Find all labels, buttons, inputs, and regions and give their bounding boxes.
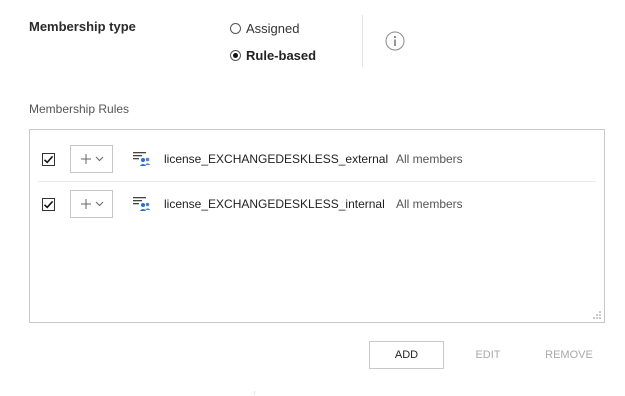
radio-rule-based[interactable]: Rule-based — [230, 48, 316, 63]
group-icon — [133, 197, 151, 211]
operator-dropdown[interactable] — [70, 145, 113, 173]
radio-assigned-circle[interactable] — [230, 23, 241, 34]
radio-rule-based-label: Rule-based — [246, 48, 317, 63]
radio-assigned-label: Assigned — [246, 21, 300, 36]
checkmark-icon — [43, 200, 54, 209]
membership-rules-label: Membership Rules — [29, 102, 130, 116]
checkmark-icon — [43, 155, 54, 164]
rule-name: license_EXCHANGEDESKLESS_external — [164, 152, 389, 166]
edit-button[interactable]: EDIT — [466, 341, 510, 369]
radio-rule-based-circle[interactable] — [230, 50, 241, 61]
radio-assigned[interactable]: Assigned — [230, 21, 299, 36]
vertical-divider — [362, 15, 363, 67]
chevron-down-icon — [95, 201, 103, 207]
add-button[interactable]: ADD — [369, 341, 444, 369]
rule-scope: All members — [396, 197, 463, 211]
resize-grip-icon[interactable] — [592, 310, 602, 320]
chevron-down-icon — [95, 156, 103, 162]
remove-button[interactable]: REMOVE — [541, 341, 597, 369]
divider — [254, 391, 255, 395]
rule-checkbox[interactable] — [42, 152, 55, 166]
rule-row[interactable]: license_EXCHANGEDESKLESS_external All me… — [38, 137, 596, 182]
rule-checkbox[interactable] — [42, 197, 55, 211]
membership-type-label: Membership type — [29, 19, 136, 34]
membership-rules-list: license_EXCHANGEDESKLESS_external All me… — [29, 129, 605, 323]
rule-row[interactable]: license_EXCHANGEDESKLESS_internal All me… — [38, 182, 596, 226]
group-icon — [133, 152, 151, 166]
rule-name: license_EXCHANGEDESKLESS_internal — [164, 197, 385, 211]
rule-scope: All members — [396, 152, 463, 166]
operator-dropdown[interactable] — [70, 190, 113, 218]
plus-icon — [80, 154, 91, 164]
plus-icon — [80, 199, 91, 209]
info-icon[interactable] — [385, 31, 405, 51]
